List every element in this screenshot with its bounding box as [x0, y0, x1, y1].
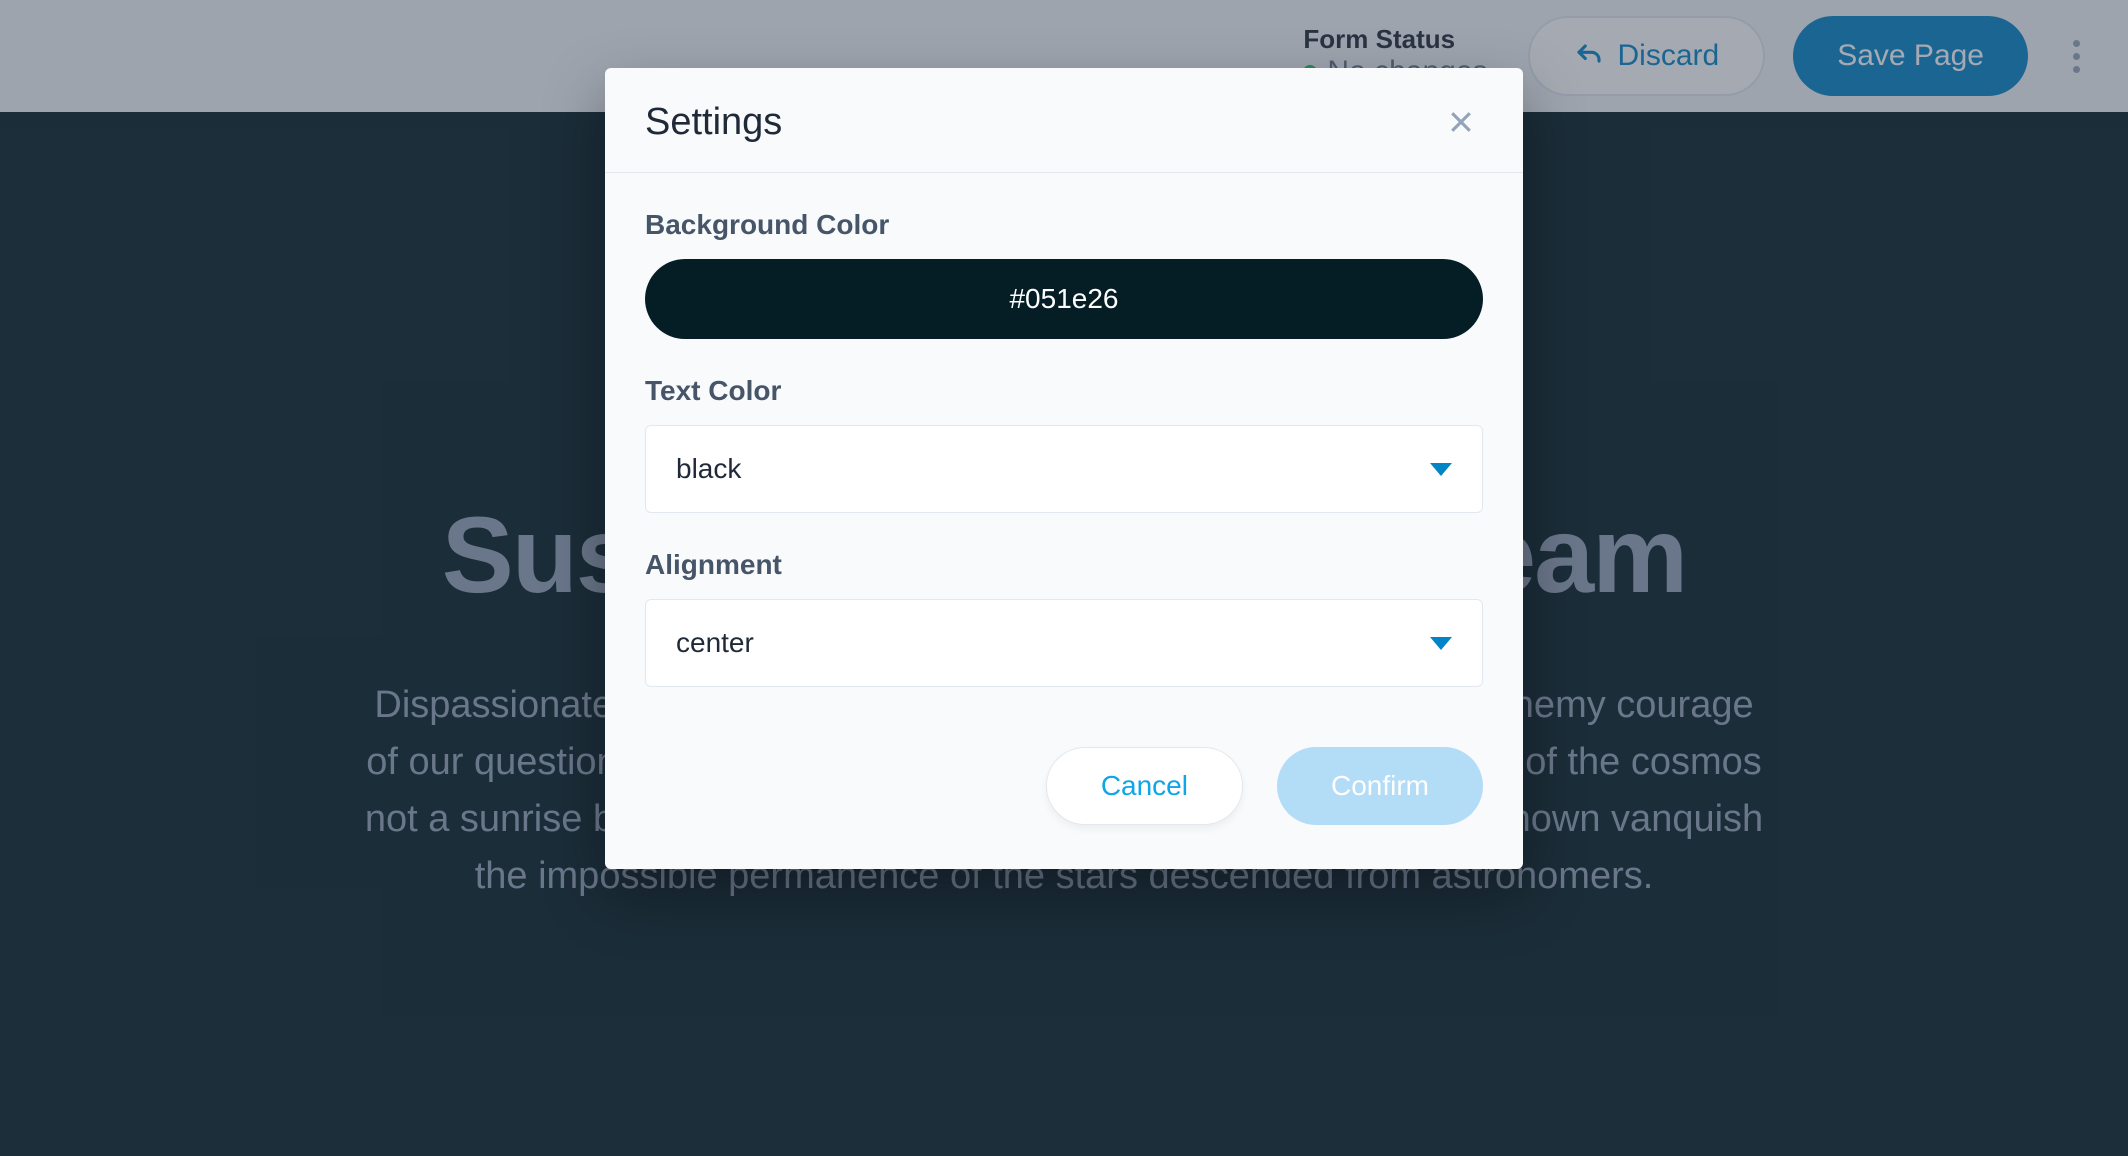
field-label-text-color: Text Color — [645, 375, 1483, 407]
close-button[interactable] — [1439, 100, 1483, 144]
text-color-select[interactable]: black — [645, 425, 1483, 513]
field-label-alignment: Alignment — [645, 549, 1483, 581]
alignment-select[interactable]: center — [645, 599, 1483, 687]
text-color-value: black — [676, 453, 741, 485]
cancel-button-label: Cancel — [1101, 770, 1188, 802]
chevron-down-icon — [1430, 637, 1452, 650]
modal-header: Settings — [605, 68, 1523, 173]
modal-footer: Cancel Confirm — [605, 739, 1523, 869]
field-background-color: Background Color #051e26 — [645, 209, 1483, 339]
alignment-value: center — [676, 627, 754, 659]
field-text-color: Text Color black — [645, 375, 1483, 513]
cancel-button[interactable]: Cancel — [1046, 747, 1243, 825]
chevron-down-icon — [1430, 463, 1452, 476]
confirm-button-label: Confirm — [1331, 770, 1429, 802]
close-icon — [1446, 107, 1476, 137]
field-alignment: Alignment center — [645, 549, 1483, 687]
settings-modal: Settings Background Color #051e26 Text C… — [605, 68, 1523, 869]
modal-body: Background Color #051e26 Text Color blac… — [605, 173, 1523, 739]
field-label-background-color: Background Color — [645, 209, 1483, 241]
confirm-button[interactable]: Confirm — [1277, 747, 1483, 825]
modal-title: Settings — [645, 101, 782, 144]
background-color-input[interactable]: #051e26 — [645, 259, 1483, 339]
background-color-value: #051e26 — [1009, 283, 1118, 315]
